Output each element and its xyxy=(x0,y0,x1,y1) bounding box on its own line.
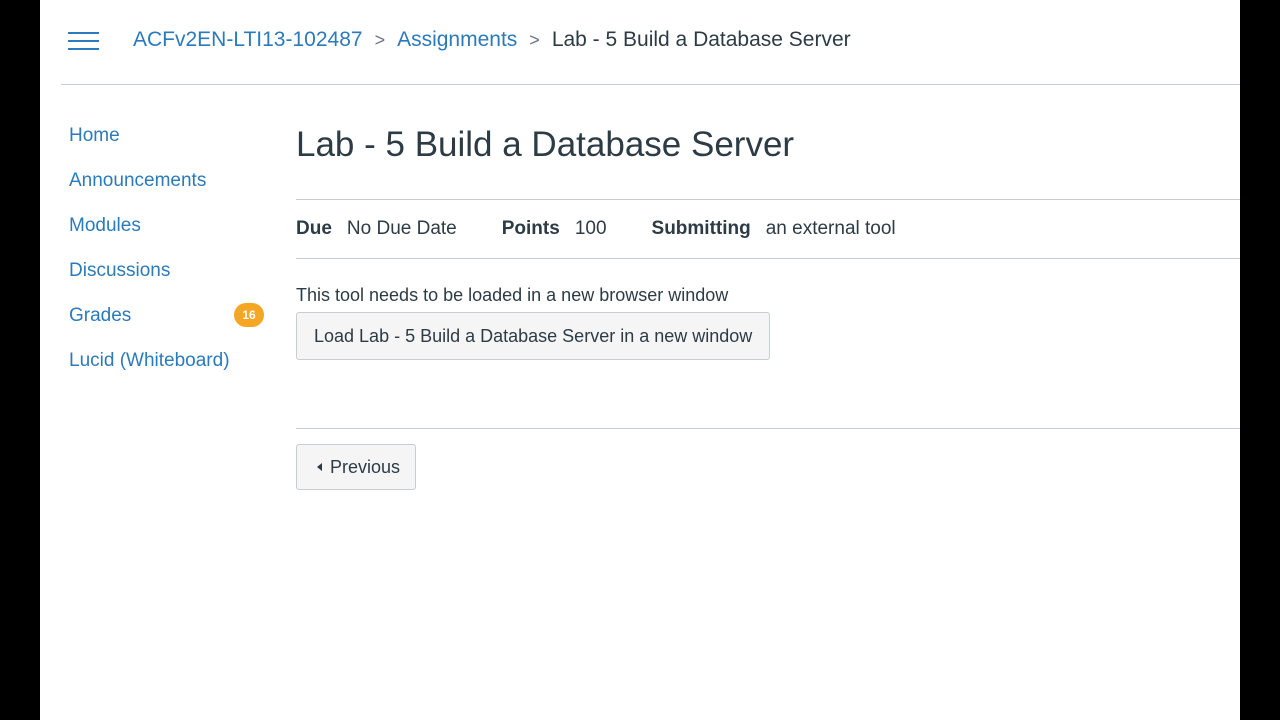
nav-item-modules[interactable]: Modules xyxy=(69,212,269,257)
breadcrumb-course-link[interactable]: ACFv2EN-LTI13-102487 xyxy=(133,28,363,52)
nav-item-grades[interactable]: Grades 16 xyxy=(69,302,269,347)
page-title: Lab - 5 Build a Database Server xyxy=(296,125,795,164)
nav-item-grades-label: Grades xyxy=(69,305,132,326)
nav-item-lucid-whiteboard[interactable]: Lucid (Whiteboard) xyxy=(69,347,269,392)
previous-button[interactable]: Previous xyxy=(296,444,417,490)
submitting-label: Submitting xyxy=(651,218,751,239)
course-navigation: Home Announcements Modules Discussions G… xyxy=(69,122,269,392)
tool-message: This tool needs to be loaded in a new br… xyxy=(296,285,729,305)
assignment-details: Due No Due Date Points 100 Submitting an… xyxy=(296,200,1240,258)
points-value: 100 xyxy=(574,218,607,239)
canvas-page: ACFv2EN-LTI13-102487 > Assignments > Lab… xyxy=(40,0,1240,720)
breadcrumb-separator-icon: > xyxy=(529,29,540,50)
due-value: No Due Date xyxy=(346,218,457,239)
nav-item-announcements[interactable]: Announcements xyxy=(69,167,269,212)
submitting-value: an external tool xyxy=(765,218,896,239)
previous-button-label: Previous xyxy=(330,456,401,477)
details-divider xyxy=(296,258,1240,259)
breadcrumb-separator-icon: > xyxy=(374,29,386,50)
header-divider xyxy=(61,84,1240,85)
nav-item-discussions[interactable]: Discussions xyxy=(69,257,269,302)
nav-item-home[interactable]: Home xyxy=(69,122,269,167)
footer-divider xyxy=(296,428,1240,429)
caret-left-icon xyxy=(317,463,322,471)
load-tool-button[interactable]: Load Lab - 5 Build a Database Server in … xyxy=(296,312,771,360)
breadcrumb: ACFv2EN-LTI13-102487 > Assignments > Lab… xyxy=(133,25,851,55)
grades-count-badge: 16 xyxy=(234,303,264,327)
breadcrumb-current: Lab - 5 Build a Database Server xyxy=(551,28,851,51)
points-label: Points xyxy=(501,218,560,239)
due-label: Due xyxy=(296,218,332,239)
breadcrumb-assignments-link[interactable]: Assignments xyxy=(397,28,517,52)
hamburger-menu-icon[interactable] xyxy=(68,30,99,52)
assignment-content: Lab - 5 Build a Database Server Due No D… xyxy=(296,120,1240,490)
